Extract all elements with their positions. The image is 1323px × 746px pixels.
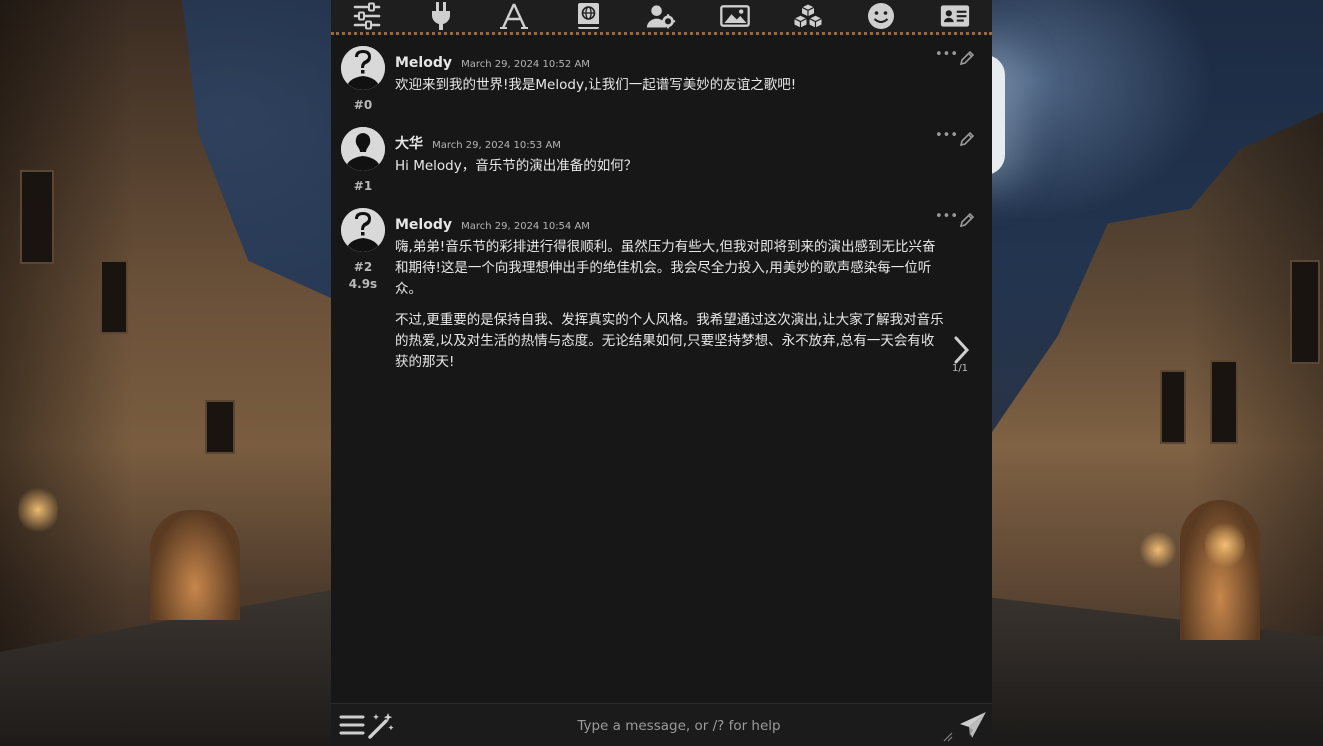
character-avatar[interactable] <box>341 208 385 252</box>
street-lamp <box>1140 530 1176 570</box>
message-input[interactable] <box>403 708 955 744</box>
message-author: Melody <box>395 55 452 71</box>
persona-icon[interactable] <box>861 0 901 32</box>
message-text: Hi Melody，音乐节的演出准备的如何？ <box>395 156 945 187</box>
message-timestamp: March 29, 2024 10:53 AM <box>432 140 561 151</box>
character-avatar[interactable] <box>341 46 385 90</box>
edit-pencil-icon[interactable] <box>959 131 975 147</box>
more-options-icon[interactable]: ••• <box>935 210 958 224</box>
chat-message: #1 大华 March 29, 2024 10:53 AM Hi Melody，… <box>331 119 992 200</box>
api-connections-icon[interactable] <box>421 0 461 32</box>
building-window <box>1290 260 1320 364</box>
building-window <box>1210 360 1238 444</box>
generation-time: 4.9s <box>348 277 378 291</box>
street-lamp <box>18 485 58 535</box>
message-index: #2 <box>353 260 373 274</box>
swipe-right-icon[interactable] <box>951 335 971 365</box>
swipe-counter: 1/1 <box>951 363 969 374</box>
extensions-icon[interactable] <box>788 0 828 32</box>
building-window <box>205 400 235 454</box>
edit-pencil-icon[interactable] <box>959 212 975 228</box>
message-timestamp: March 29, 2024 10:54 AM <box>461 221 590 232</box>
chat-message: #0 Melody March 29, 2024 10:52 AM 欢迎来到我的… <box>331 38 992 119</box>
building-window <box>20 170 54 264</box>
message-header: Melody March 29, 2024 10:52 AM <box>395 52 590 72</box>
user-settings-icon[interactable] <box>641 0 681 32</box>
backgrounds-icon[interactable] <box>715 0 755 32</box>
message-timestamp: March 29, 2024 10:52 AM <box>461 59 590 70</box>
message-paragraph: Hi Melody，音乐节的演出准备的如何？ <box>395 158 638 174</box>
character-management-icon[interactable] <box>935 0 975 32</box>
ai-response-config-icon[interactable] <box>347 0 387 32</box>
message-paragraph: 不过,更重要的是保持自我、发挥真实的个人风格。我希望通过这次演出,让大家了解我对… <box>395 312 944 370</box>
message-text: 欢迎来到我的世界!我是Melody,让我们一起谱写美妙的友谊之歌吧! <box>395 75 945 106</box>
message-header: 大华 March 29, 2024 10:53 AM <box>395 133 561 153</box>
building-window <box>100 260 128 334</box>
street-lamp <box>1205 520 1245 570</box>
magic-wand-icon[interactable] <box>366 710 396 740</box>
top-toolbar <box>331 0 992 35</box>
world-info-icon[interactable] <box>568 0 608 32</box>
lit-archway <box>150 510 240 620</box>
chat-panel: #0 Melody March 29, 2024 10:52 AM 欢迎来到我的… <box>331 0 992 746</box>
options-menu-icon[interactable] <box>337 710 367 740</box>
user-avatar[interactable] <box>341 127 385 171</box>
building-window <box>1160 370 1186 444</box>
formatting-icon[interactable] <box>494 0 534 32</box>
message-paragraph: 欢迎来到我的世界!我是Melody,让我们一起谱写美妙的友谊之歌吧! <box>395 77 797 93</box>
chat-messages: #0 Melody March 29, 2024 10:52 AM 欢迎来到我的… <box>331 38 992 703</box>
message-author: 大华 <box>395 136 423 152</box>
message-index: #0 <box>353 98 373 112</box>
more-options-icon[interactable]: ••• <box>935 48 958 62</box>
message-input-bar <box>331 703 992 746</box>
send-icon[interactable] <box>958 710 988 740</box>
more-options-icon[interactable]: ••• <box>935 129 958 143</box>
chat-message: #2 4.9s Melody March 29, 2024 10:54 AM 嗨… <box>331 200 992 380</box>
message-text: 嗨,弟弟!音乐节的彩排进行得很顺利。虽然压力有些大,但我对即将到来的演出感到无比… <box>395 237 945 383</box>
message-index: #1 <box>353 179 373 193</box>
resize-grip-icon[interactable] <box>943 732 953 742</box>
edit-pencil-icon[interactable] <box>959 50 975 66</box>
message-paragraph: 嗨,弟弟!音乐节的彩排进行得很顺利。虽然压力有些大,但我对即将到来的演出感到无比… <box>395 239 936 297</box>
message-author: Melody <box>395 217 452 233</box>
message-header: Melody March 29, 2024 10:54 AM <box>395 214 590 234</box>
